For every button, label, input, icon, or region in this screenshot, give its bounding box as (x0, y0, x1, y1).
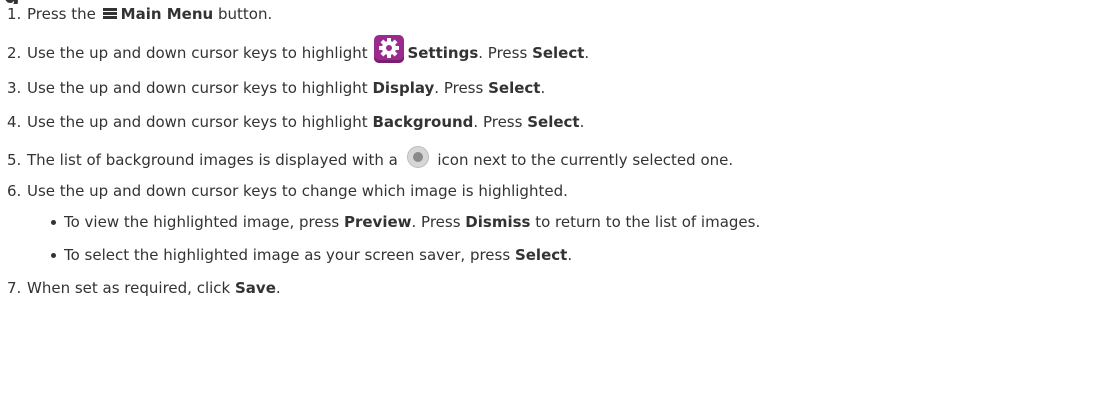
step-number: 2. (7, 44, 22, 62)
step-7: 7. When set as required, click Save. (7, 279, 281, 297)
settings-label: Settings (407, 44, 479, 62)
save-label: Save (235, 279, 276, 297)
list-item: To select the highlighted image as your … (51, 245, 1087, 265)
step-3: 3. Use the up and down cursor keys to hi… (7, 79, 546, 97)
step-1: 1. Press the Main Menu button. (7, 5, 273, 23)
step-6-options: To view the highlighted image, press Pre… (27, 212, 1087, 265)
step-number: 7. (7, 279, 22, 297)
radio-selected-icon (406, 145, 429, 168)
step-5: 5. The list of background images is disp… (7, 145, 1087, 170)
select-label: Select (488, 79, 541, 97)
main-menu-label: Main Menu (120, 5, 214, 23)
list-item: To view the highlighted image, press Pre… (51, 212, 1087, 232)
step-number: 3. (7, 79, 22, 97)
select-label: Select (527, 113, 580, 131)
background-label: Background (372, 113, 474, 131)
step-number: 4. (7, 113, 22, 131)
step-6: 6. Use the up and down cursor keys to ch… (7, 181, 1087, 265)
select-label: Select (514, 246, 568, 264)
step-number: 1. (7, 5, 22, 23)
gear-icon (374, 34, 405, 63)
instruction-steps: 1. Press the Main Menu button. 2. Use th… (7, 4, 1087, 298)
step-2: 2. Use the up and down cursor keys to hi… (7, 34, 1087, 65)
display-label: Display (372, 79, 435, 97)
step-4: 4. Use the up and down cursor keys to hi… (7, 113, 585, 131)
dismiss-label: Dismiss (465, 213, 531, 231)
select-label: Select (532, 44, 585, 62)
step-number: 5. (7, 151, 22, 169)
main-menu-icon (102, 7, 117, 19)
preview-label: Preview (343, 213, 412, 231)
step-number: 6. (7, 182, 22, 200)
